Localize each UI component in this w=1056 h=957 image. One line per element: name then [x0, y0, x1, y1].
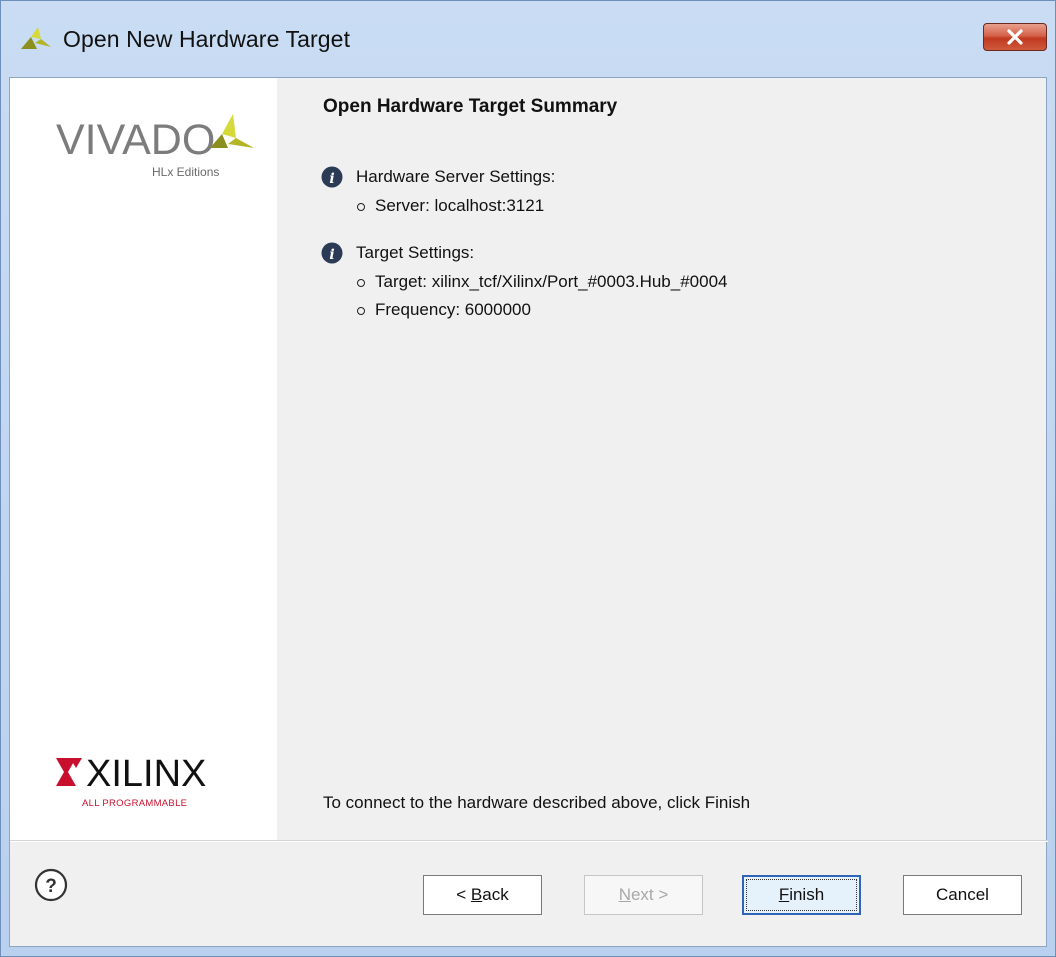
xilinx-wordmark: XILINX: [86, 753, 206, 795]
info-icon: i: [321, 242, 343, 264]
back-label: ack: [482, 885, 509, 904]
summary-panel: Open Hardware Target Summary i Hardware …: [277, 78, 1048, 840]
back-prefix: <: [456, 885, 471, 904]
back-button[interactable]: < Back: [423, 875, 542, 915]
dialog-window: Open New Hardware Target VIVADO HLx Edit…: [0, 0, 1056, 957]
vivado-edition: HLx Editions: [152, 165, 219, 179]
target-setting: Target: xilinx_tcf/Xilinx/Port_#0003.Hub…: [375, 272, 728, 291]
page-title: Open Hardware Target Summary: [323, 96, 618, 117]
help-icon[interactable]: ?: [34, 868, 68, 902]
svg-text:i: i: [329, 171, 334, 187]
title-bar[interactable]: Open New Hardware Target: [1, 1, 1055, 77]
svg-text:?: ?: [45, 876, 57, 897]
bullet-icon: [357, 278, 365, 287]
xilinx-logo: XILINX ALL PROGRAMMABLE: [56, 753, 206, 809]
vivado-logo: VIVADO HLx Editions: [56, 114, 254, 179]
section-label: Hardware Server Settings:: [356, 167, 556, 186]
next-mnemonic: N: [618, 885, 631, 904]
close-button[interactable]: [983, 23, 1047, 51]
server-setting: Server: localhost:3121: [375, 196, 545, 215]
bullet-icon: [357, 202, 365, 211]
window-title: Open New Hardware Target: [63, 26, 351, 52]
list-item: Frequency: 6000000: [357, 300, 728, 320]
instruction-text: To connect to the hardware described abo…: [323, 793, 751, 812]
focus-ring: [746, 879, 857, 911]
cancel-button[interactable]: Cancel: [903, 875, 1022, 915]
section-label: Target Settings:: [356, 243, 475, 262]
next-label: ext >: [630, 885, 669, 904]
back-mnemonic: B: [470, 885, 483, 904]
vivado-icon: [21, 27, 51, 49]
vivado-wordmark: VIVADO: [56, 116, 215, 164]
target-settings-section: i Target Settings: Target: xilinx_tcf/Xi…: [321, 242, 728, 320]
info-icon: i: [321, 166, 343, 188]
finish-button[interactable]: Finish: [742, 875, 861, 915]
hardware-server-section: i Hardware Server Settings: Server: loca…: [321, 166, 555, 216]
list-item: Target: xilinx_tcf/Xilinx/Port_#0003.Hub…: [357, 272, 728, 292]
footer-divider-highlight: [10, 841, 1048, 842]
frequency-setting: Frequency: 6000000: [375, 300, 531, 319]
bullet-icon: [357, 306, 365, 315]
close-icon: [1007, 29, 1023, 45]
section-heading: i Target Settings:: [321, 242, 728, 264]
list-item: Server: localhost:3121: [357, 196, 555, 216]
branding-panel: VIVADO HLx Editions XILINX ALL PROGRAMMA…: [10, 78, 277, 840]
next-button[interactable]: Next >: [584, 875, 703, 915]
section-heading: i Hardware Server Settings:: [321, 166, 555, 188]
svg-text:i: i: [329, 247, 334, 263]
xilinx-tagline: ALL PROGRAMMABLE: [82, 798, 187, 809]
dialog-body: VIVADO HLx Editions XILINX ALL PROGRAMMA…: [9, 77, 1048, 947]
